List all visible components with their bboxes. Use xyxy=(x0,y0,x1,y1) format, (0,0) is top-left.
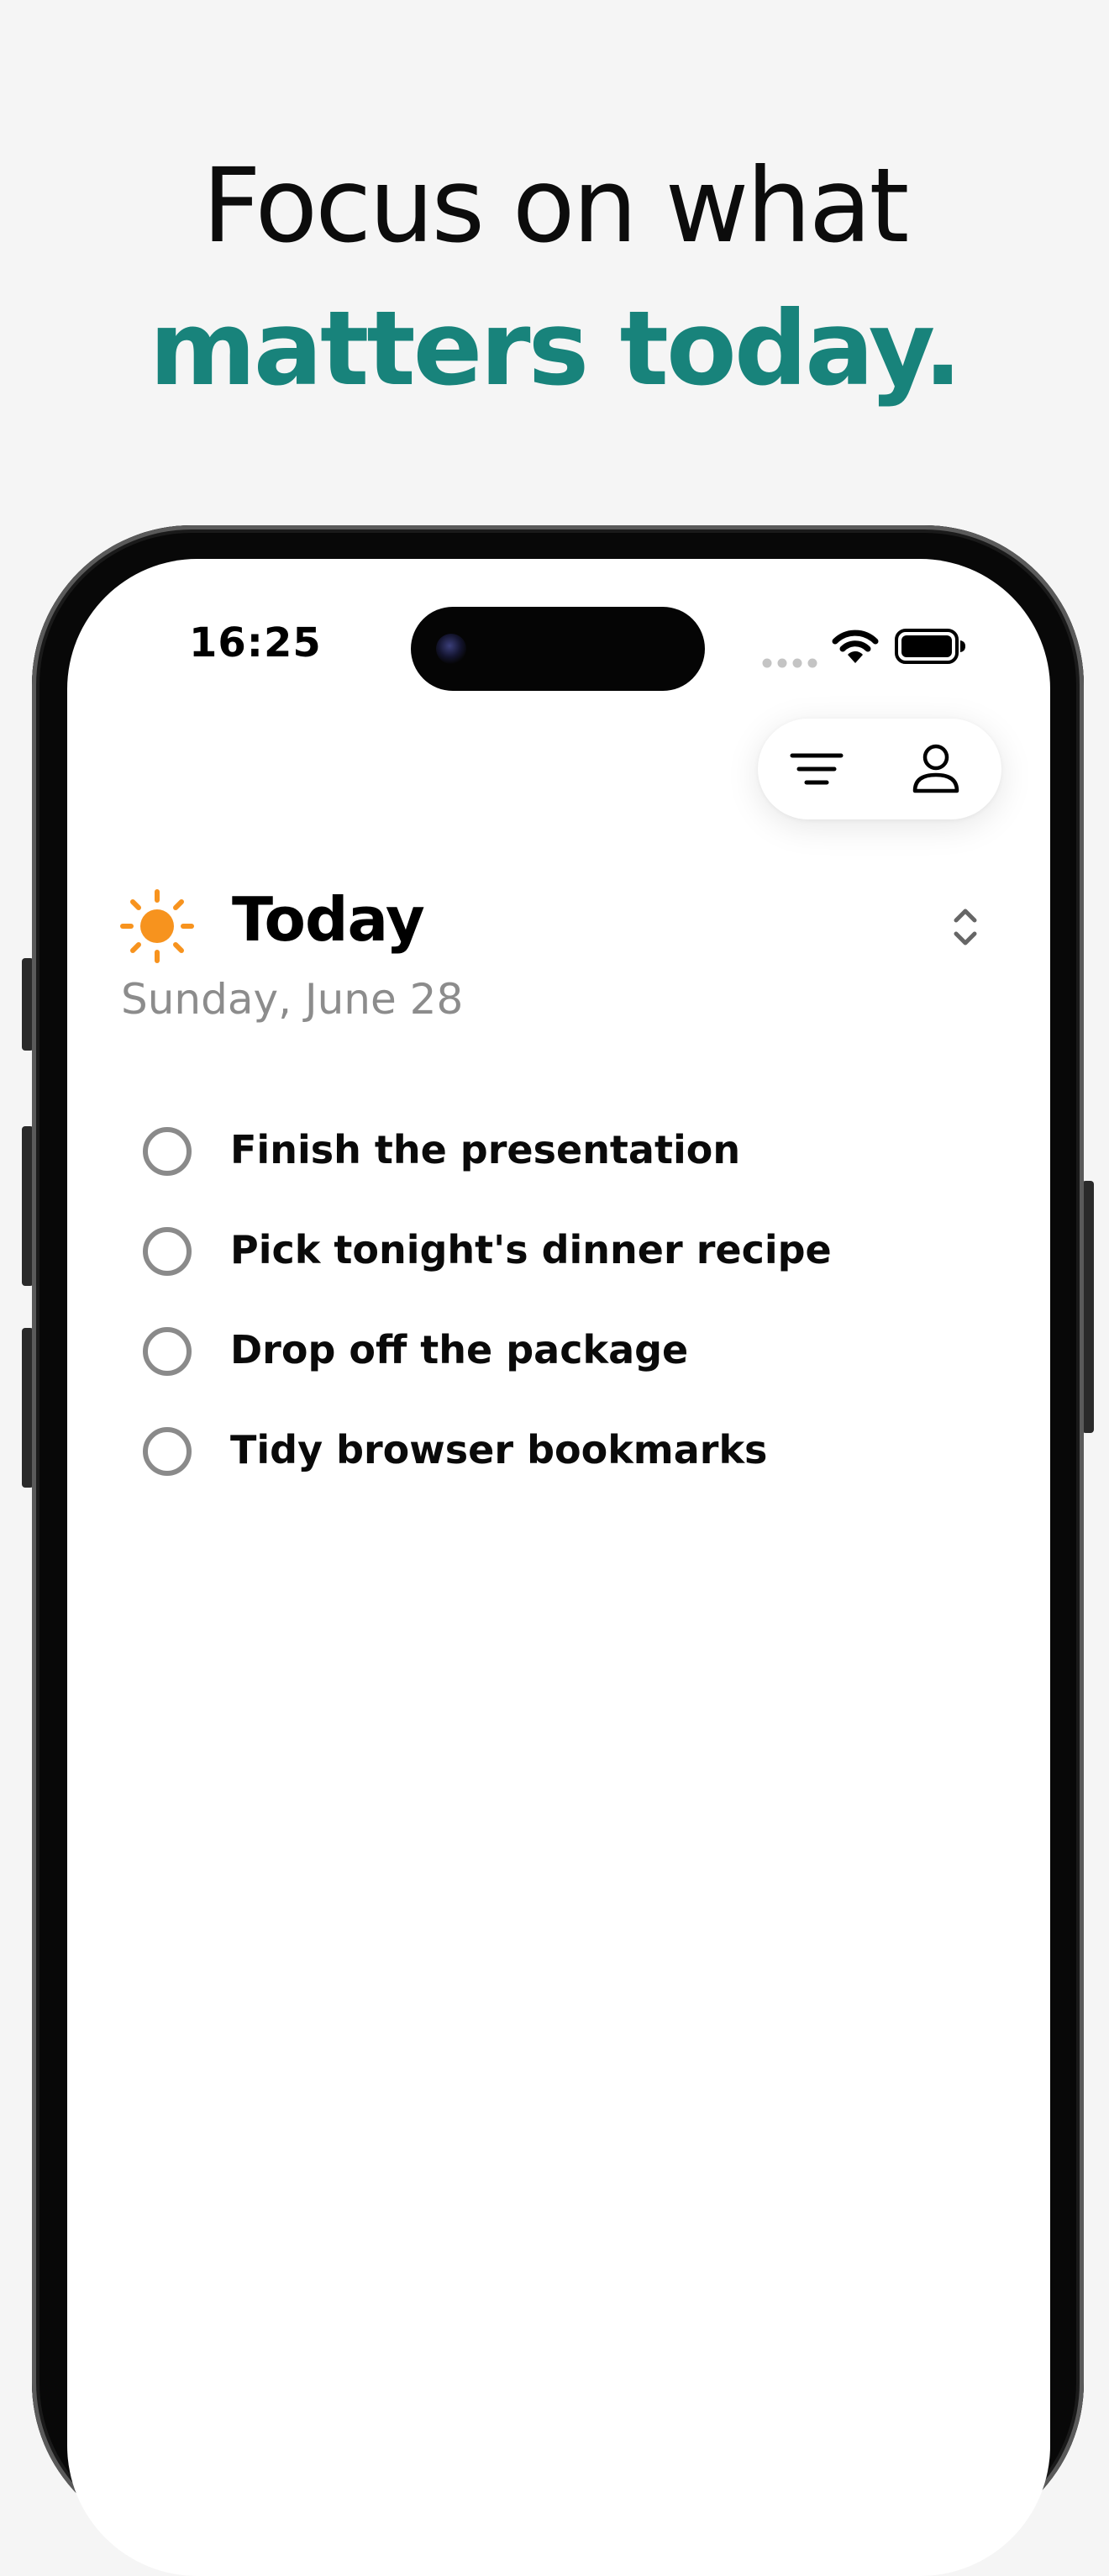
profile-icon xyxy=(912,744,959,793)
sun-icon xyxy=(120,889,194,963)
task-label: Drop off the package xyxy=(230,1327,689,1372)
page-title: Today xyxy=(232,884,425,955)
task-label: Tidy browser bookmarks xyxy=(230,1427,768,1472)
task-checkbox[interactable] xyxy=(143,1227,192,1276)
filter-icon xyxy=(790,753,844,785)
top-toolbar xyxy=(758,719,1001,819)
task-checkbox[interactable] xyxy=(143,1327,192,1376)
status-time: 16:25 xyxy=(189,619,322,666)
date-subtitle: Sunday, June 28 xyxy=(121,975,464,1024)
headline-line-2: matters today. xyxy=(149,289,963,408)
wifi-icon xyxy=(832,630,879,663)
profile-button[interactable] xyxy=(902,735,970,803)
task-item[interactable]: Drop off the package xyxy=(143,1322,983,1389)
phone-power-button xyxy=(1082,1181,1094,1433)
task-item[interactable]: Tidy browser bookmarks xyxy=(143,1422,983,1489)
task-label: Finish the presentation xyxy=(230,1127,741,1172)
task-label: Pick tonight's dinner recipe xyxy=(230,1227,832,1272)
filter-button[interactable] xyxy=(783,735,850,803)
task-checkbox[interactable] xyxy=(143,1427,192,1476)
battery-icon xyxy=(895,629,965,664)
chevron-up-down-icon[interactable] xyxy=(951,905,980,949)
front-camera-icon xyxy=(436,634,466,664)
signal-icon xyxy=(762,658,817,668)
dynamic-island xyxy=(411,607,705,691)
phone-screen: 16:25 Today Sunday, June 28 Finish the p… xyxy=(67,559,1050,2576)
task-item[interactable]: Finish the presentation xyxy=(143,1122,983,1189)
task-checkbox[interactable] xyxy=(143,1127,192,1176)
headline-line-1: Focus on what xyxy=(202,146,910,266)
task-item[interactable]: Pick tonight's dinner recipe xyxy=(143,1222,983,1289)
headline: Focus on what matters today. xyxy=(0,134,1109,420)
